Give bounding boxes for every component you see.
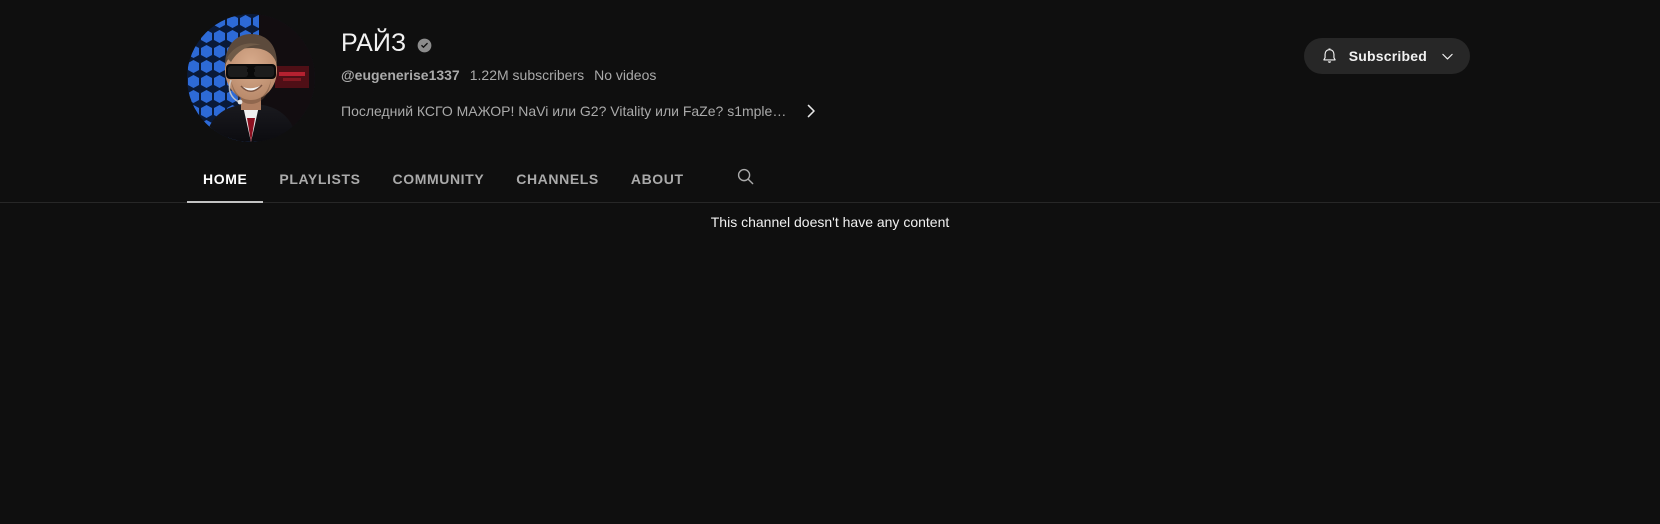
tab-list: HOME PLAYLISTS COMMUNITY CHANNELS ABOUT — [187, 155, 770, 203]
tab-label: PLAYLISTS — [279, 171, 361, 187]
tab-channels[interactable]: CHANNELS — [500, 155, 615, 203]
tab-label: COMMUNITY — [392, 171, 485, 187]
subscribed-label: Subscribed — [1348, 48, 1427, 64]
tab-about[interactable]: ABOUT — [615, 155, 700, 203]
channel-description-row[interactable]: Последний КСГО МАЖОР! NaVi или G2? Vital… — [341, 101, 820, 121]
channel-stats: @eugenerise1337 1.22M subscribers No vid… — [341, 65, 820, 85]
tab-home[interactable]: HOME — [187, 155, 264, 203]
channel-meta: РАЙЗ @eugenerise1337 1.22M subscribers N… — [341, 14, 820, 121]
bell-icon — [1320, 46, 1340, 66]
channel-handle: @eugenerise1337 — [341, 67, 460, 83]
channel-title-row: РАЙЗ — [341, 27, 820, 59]
channel-header: РАЙЗ @eugenerise1337 1.22M subscribers N… — [0, 0, 1660, 155]
verified-check-icon — [417, 38, 432, 53]
channel-header-inner: РАЙЗ @eugenerise1337 1.22M subscribers N… — [187, 14, 820, 142]
subscriber-count: 1.22M subscribers — [469, 67, 585, 83]
tab-label: CHANNELS — [516, 171, 599, 187]
tab-label: ABOUT — [630, 171, 684, 187]
channel-page: РАЙЗ @eugenerise1337 1.22M subscribers N… — [0, 0, 1660, 524]
avatar[interactable] — [187, 14, 315, 142]
tab-playlists[interactable]: PLAYLISTS — [263, 155, 376, 203]
tab-label: HOME — [203, 171, 248, 187]
subscribed-button[interactable]: Subscribed — [1303, 38, 1470, 74]
channel-description: Последний КСГО МАЖОР! NaVi или G2? Vital… — [341, 103, 788, 119]
empty-state-message: This channel doesn't have any content — [0, 212, 1660, 232]
channel-search-button[interactable] — [722, 155, 770, 203]
page-title: РАЙЗ — [341, 29, 407, 57]
search-icon — [735, 166, 756, 192]
video-count: No videos — [594, 67, 657, 83]
chevron-right-icon[interactable] — [802, 102, 820, 120]
chevron-down-icon — [1438, 47, 1456, 65]
avatar-image — [187, 14, 315, 142]
tab-community[interactable]: COMMUNITY — [377, 155, 501, 203]
empty-state-text: This channel doesn't have any content — [710, 214, 950, 230]
channel-tabbar: HOME PLAYLISTS COMMUNITY CHANNELS ABOUT — [0, 155, 1660, 203]
